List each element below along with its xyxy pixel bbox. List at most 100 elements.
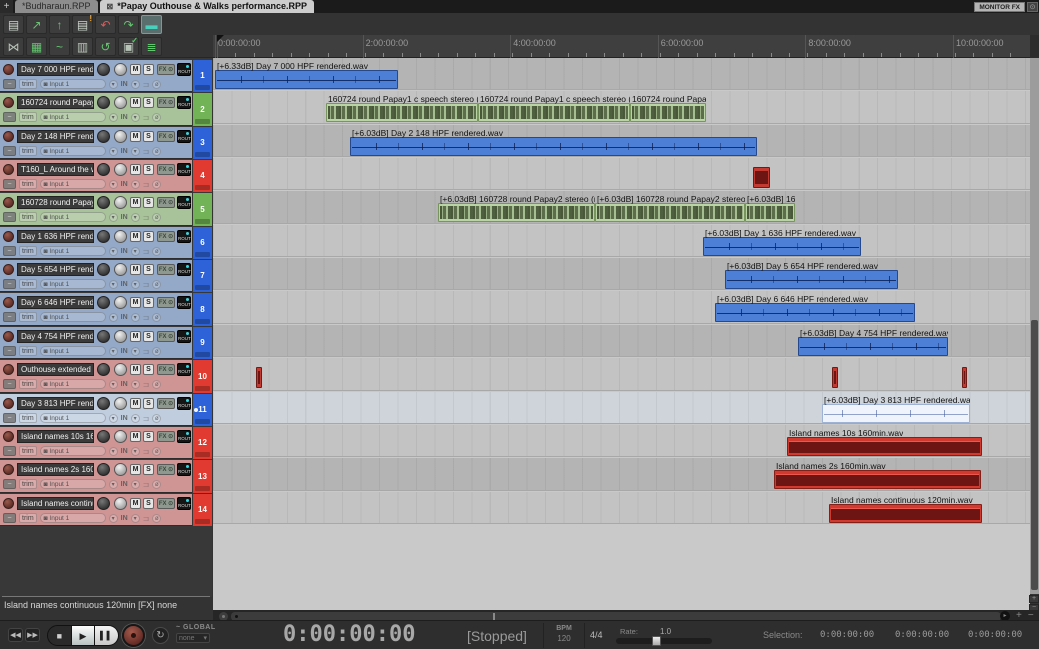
mute-button[interactable]: M — [130, 431, 141, 442]
input-selector[interactable]: ◙ Input 1 — [40, 446, 106, 456]
envelope-button[interactable]: ~ — [3, 246, 16, 256]
selection-end[interactable]: 0:00:00:00 — [895, 630, 949, 640]
pan-knob[interactable] — [97, 96, 110, 109]
trim-envelope-button[interactable]: trim — [19, 346, 37, 356]
track-name[interactable]: T160_L Around the w..1 — [17, 163, 94, 176]
fx-bypass-icon[interactable]: ø — [152, 447, 161, 456]
fx-bypass-icon[interactable]: ø — [152, 480, 161, 489]
track-panel-13[interactable]: Island names 2s 160miMSFX ⊙ROUT~trim◙ In… — [0, 460, 192, 493]
track-number[interactable]: 4 — [193, 160, 212, 192]
trim-envelope-button[interactable]: trim — [19, 479, 37, 489]
volume-knob[interactable] — [114, 430, 127, 443]
phase-icon[interactable]: ⊐ — [143, 113, 150, 122]
phase-icon[interactable]: ⊐ — [143, 280, 150, 289]
input-selector[interactable]: ◙ Input 1 — [40, 179, 106, 189]
fx-button[interactable]: FX ⊙ — [157, 464, 175, 475]
envelope-button[interactable]: ~ — [3, 146, 16, 156]
track-panel-11[interactable]: Day 3 813 HPF rendereMSFX ⊙ROUT~trim◙ In… — [0, 394, 192, 426]
input-dropdown-icon[interactable]: ▾ — [109, 113, 118, 122]
track-panel-1[interactable]: Day 7 000 HPF rendereMSFX ⊙ROUT~trim◙ In… — [0, 60, 192, 92]
track-name[interactable]: Island names 10s 160m — [17, 430, 94, 443]
phase-icon[interactable]: ⊐ — [143, 247, 150, 256]
solo-button[interactable]: S — [143, 131, 154, 142]
mute-button[interactable]: M — [130, 498, 141, 509]
mute-button[interactable]: M — [130, 64, 141, 75]
envelope-button[interactable]: ~ — [3, 279, 16, 289]
track-number[interactable]: 1 — [193, 60, 212, 92]
trim-envelope-button[interactable]: trim — [19, 112, 37, 122]
pan-knob[interactable] — [97, 463, 110, 476]
pan-knob[interactable] — [97, 397, 110, 410]
trim-envelope-button[interactable]: trim — [19, 513, 37, 523]
monitor-dropdown-icon[interactable]: ▾ — [131, 480, 140, 489]
fx-bypass-icon[interactable]: ø — [152, 80, 161, 89]
tab-papay-outhouse[interactable]: ⊠*Papay Outhouse & Walks performance.RPP — [100, 0, 314, 13]
record-arm-button[interactable] — [3, 131, 14, 142]
volume-knob[interactable] — [114, 397, 127, 410]
transport-timecode[interactable]: 0:00:00:00 — [283, 622, 415, 647]
route-button[interactable]: ROUT — [177, 96, 191, 109]
mute-button[interactable]: M — [130, 164, 141, 175]
fx-bypass-icon[interactable]: ø — [152, 514, 161, 523]
solo-button[interactable]: S — [143, 498, 154, 509]
go-to-start-button[interactable]: ◀◀ — [8, 628, 23, 642]
route-button[interactable]: ROUT — [177, 330, 191, 343]
route-button[interactable]: ROUT — [177, 196, 191, 209]
track-panel-12[interactable]: Island names 10s 160mMSFX ⊙ROUT~trim◙ In… — [0, 427, 192, 459]
repeat-button[interactable]: ↻ — [152, 627, 169, 644]
volume-knob[interactable] — [114, 230, 127, 243]
solo-button[interactable]: S — [143, 331, 154, 342]
arrange-track-lane[interactable] — [213, 358, 1030, 391]
solo-button[interactable]: S — [143, 297, 154, 308]
mute-button[interactable]: M — [130, 364, 141, 375]
envelope-button[interactable]: ~ — [3, 312, 16, 322]
media-item[interactable]: 160724 round Papay1 c speech stereo (ren… — [478, 103, 630, 122]
record-arm-button[interactable] — [3, 164, 14, 175]
record-arm-button[interactable] — [3, 97, 14, 108]
track-panel-2[interactable]: 160724 round Papay1MSFX ⊙ROUT~trim◙ Inpu… — [0, 93, 192, 126]
phase-icon[interactable]: ⊐ — [143, 80, 150, 89]
media-item[interactable]: [+6.33dB] Day 7 000 HPF rendered.wav — [215, 70, 398, 89]
route-button[interactable]: ROUT — [177, 230, 191, 243]
track-panel-8[interactable]: Day 6 646 HPF rendereMSFX ⊙ROUT~trim◙ In… — [0, 293, 192, 326]
monitor-dropdown-icon[interactable]: ▾ — [131, 213, 140, 222]
stop-button[interactable]: ■ — [48, 626, 71, 645]
volume-knob[interactable] — [114, 96, 127, 109]
track-panel-6[interactable]: Day 1 636 HPF rendereMSFX ⊙ROUT~trim◙ In… — [0, 227, 192, 259]
pan-knob[interactable] — [97, 330, 110, 343]
volume-knob[interactable] — [114, 196, 127, 209]
volume-knob[interactable] — [114, 130, 127, 143]
fx-button[interactable]: FX ⊙ — [157, 97, 175, 108]
monitor-dropdown-icon[interactable]: ▾ — [131, 113, 140, 122]
solo-button[interactable]: S — [143, 231, 154, 242]
selection-length[interactable]: 0:00:00:00 — [968, 630, 1022, 640]
media-item[interactable]: [+6.03dB] Day 6 646 HPF rendered.wav — [715, 303, 915, 322]
phase-icon[interactable]: ⊐ — [143, 213, 150, 222]
media-item[interactable]: [+6.03dB] Day 3 813 HPF rendered.wav — [822, 404, 970, 423]
track-name[interactable]: Day 4 754 HPF rendere — [17, 330, 94, 343]
track-panel-5[interactable]: 160728 round Papay2MSFX ⊙ROUT~trim◙ Inpu… — [0, 193, 192, 226]
rate-slider[interactable] — [616, 638, 712, 644]
input-dropdown-icon[interactable]: ▾ — [109, 480, 118, 489]
envelope-button[interactable]: ~ — [3, 413, 16, 423]
solo-button[interactable]: S — [143, 464, 154, 475]
solo-button[interactable]: S — [143, 97, 154, 108]
selection-start[interactable]: 0:00:00:00 — [820, 630, 874, 640]
trim-envelope-button[interactable]: trim — [19, 279, 37, 289]
route-button[interactable]: ROUT — [177, 163, 191, 176]
vertical-zoom-in-button[interactable]: + — [1029, 595, 1039, 603]
media-item[interactable]: Island names 2s 160min.wav — [774, 470, 981, 489]
input-dropdown-icon[interactable]: ▾ — [109, 514, 118, 523]
track-panel-3[interactable]: Day 2 148 HPF rendereMSFX ⊙ROUT~trim◙ In… — [0, 127, 192, 159]
volume-knob[interactable] — [114, 463, 127, 476]
input-selector[interactable]: ◙ Input 1 — [40, 79, 106, 89]
input-dropdown-icon[interactable]: ▾ — [109, 213, 118, 222]
phase-icon[interactable]: ⊐ — [143, 414, 150, 423]
media-item[interactable]: [+6.03dB] Day 2 148 HPF rendered.wav — [350, 137, 757, 156]
trim-envelope-button[interactable]: trim — [19, 79, 37, 89]
envelope-button[interactable]: ~ — [3, 446, 16, 456]
track-name[interactable]: Day 6 646 HPF rendere — [17, 296, 94, 309]
fx-button[interactable]: FX ⊙ — [157, 264, 175, 275]
solo-button[interactable]: S — [143, 197, 154, 208]
record-arm-button[interactable] — [3, 231, 14, 242]
